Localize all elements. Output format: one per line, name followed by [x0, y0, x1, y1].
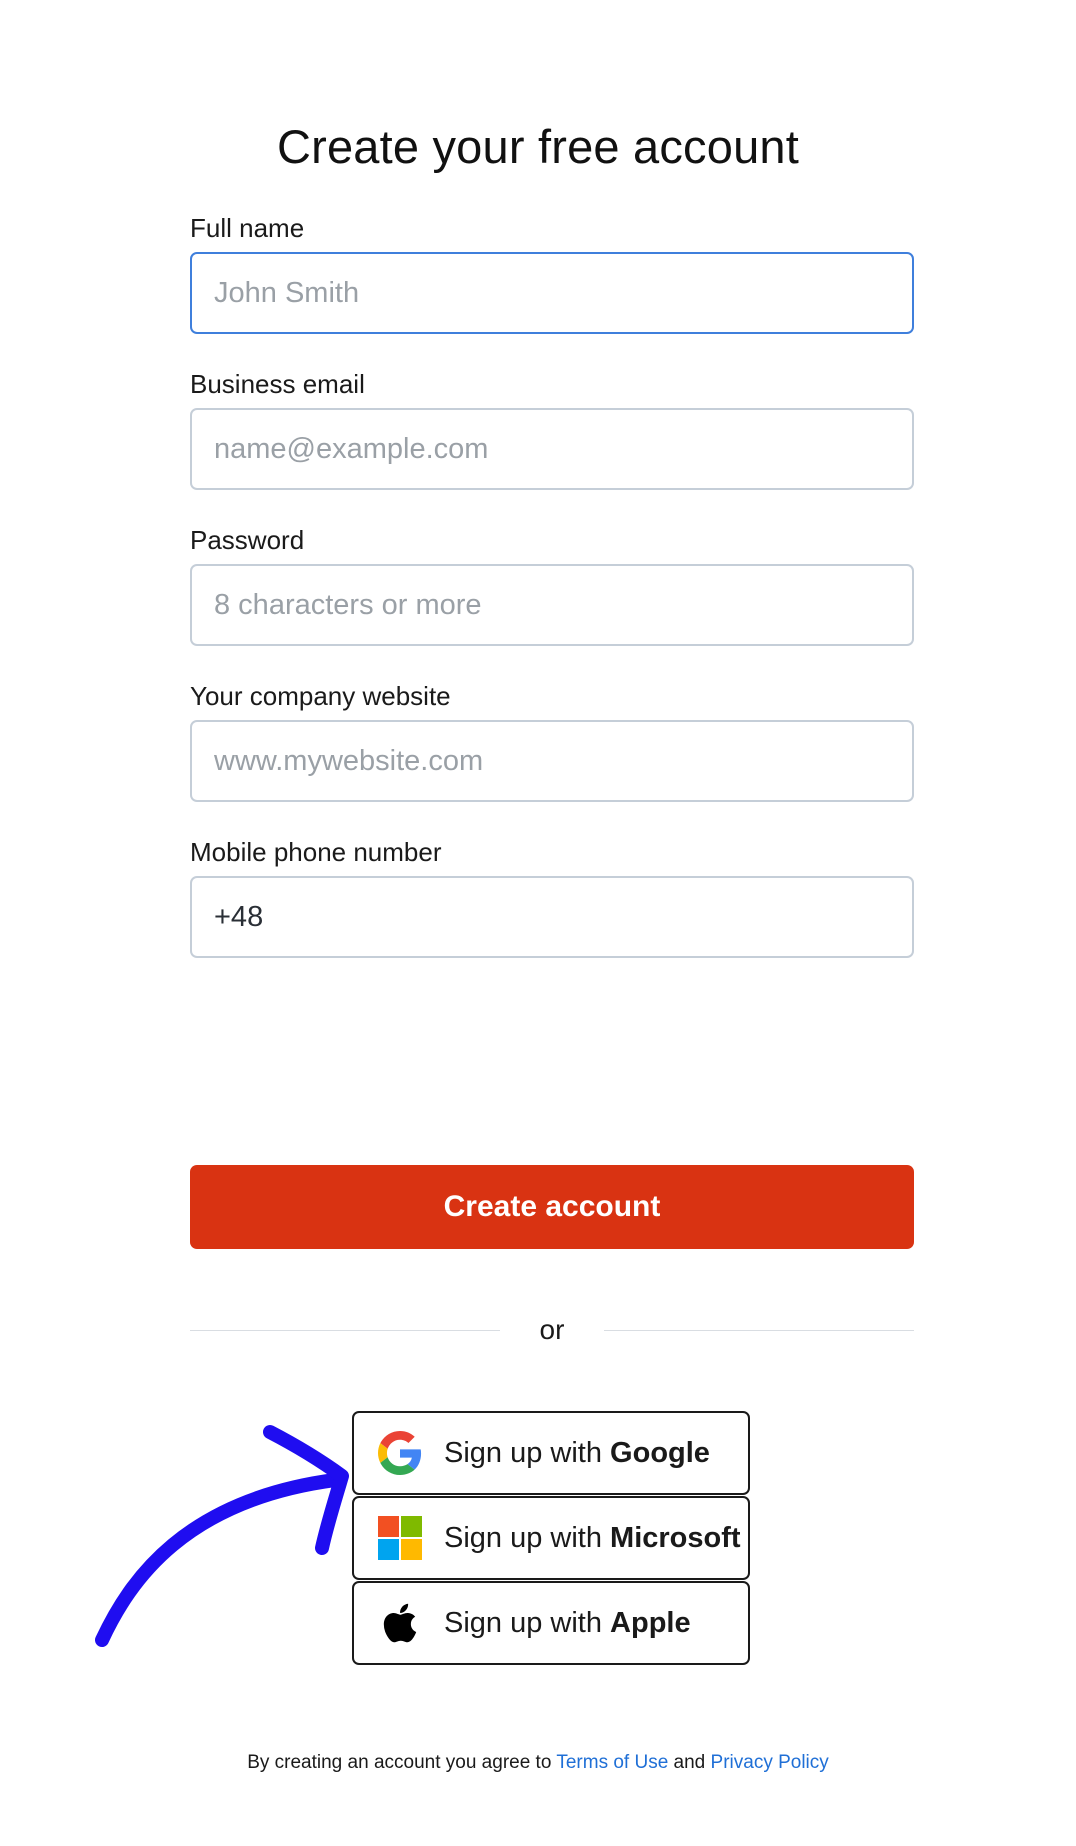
terms-notice-and: and	[668, 1752, 711, 1773]
terms-notice: By creating an account you agree to Term…	[0, 1752, 1076, 1774]
google-icon	[378, 1431, 422, 1475]
google-signup-button[interactable]: Sign up with Google	[352, 1411, 750, 1495]
divider-line-right	[604, 1330, 914, 1331]
create-account-button[interactable]: Create account	[190, 1165, 914, 1249]
full-name-field-group: Full name	[190, 210, 914, 334]
divider-line-left	[190, 1330, 500, 1331]
microsoft-icon	[378, 1516, 422, 1560]
microsoft-signup-button[interactable]: Sign up with Microsoft	[352, 1496, 750, 1580]
password-label: Password	[190, 525, 305, 555]
company-website-input[interactable]	[190, 720, 914, 802]
mobile-phone-input[interactable]	[190, 876, 914, 958]
divider-text: or	[539, 1314, 565, 1345]
business-email-input[interactable]	[190, 408, 914, 490]
or-divider: or	[190, 1310, 914, 1350]
password-input[interactable]	[190, 564, 914, 646]
mobile-phone-label: Mobile phone number	[190, 837, 442, 867]
page-title: Create your free account	[276, 120, 800, 174]
apple-icon	[378, 1601, 422, 1645]
mobile-phone-field-group: Mobile phone number	[190, 834, 914, 958]
apple-signup-label: Sign up with Apple	[444, 1606, 691, 1639]
terms-notice-text: By creating an account you agree to	[247, 1752, 557, 1773]
apple-signup-button[interactable]: Sign up with Apple	[352, 1581, 750, 1665]
microsoft-signup-label: Sign up with Microsoft	[444, 1521, 741, 1554]
google-signup-label: Sign up with Google	[444, 1436, 710, 1469]
hand-drawn-arrow-icon	[95, 1425, 349, 1647]
business-email-label: Business email	[190, 369, 365, 399]
password-field-group: Password	[190, 522, 914, 646]
company-website-field-group: Your company website	[190, 678, 914, 802]
full-name-label: Full name	[190, 213, 305, 243]
full-name-input[interactable]	[190, 252, 914, 334]
privacy-policy-link[interactable]: Privacy Policy	[711, 1752, 829, 1773]
company-website-label: Your company website	[190, 681, 451, 711]
terms-of-use-link[interactable]: Terms of Use	[556, 1752, 668, 1773]
business-email-field-group: Business email	[190, 366, 914, 490]
